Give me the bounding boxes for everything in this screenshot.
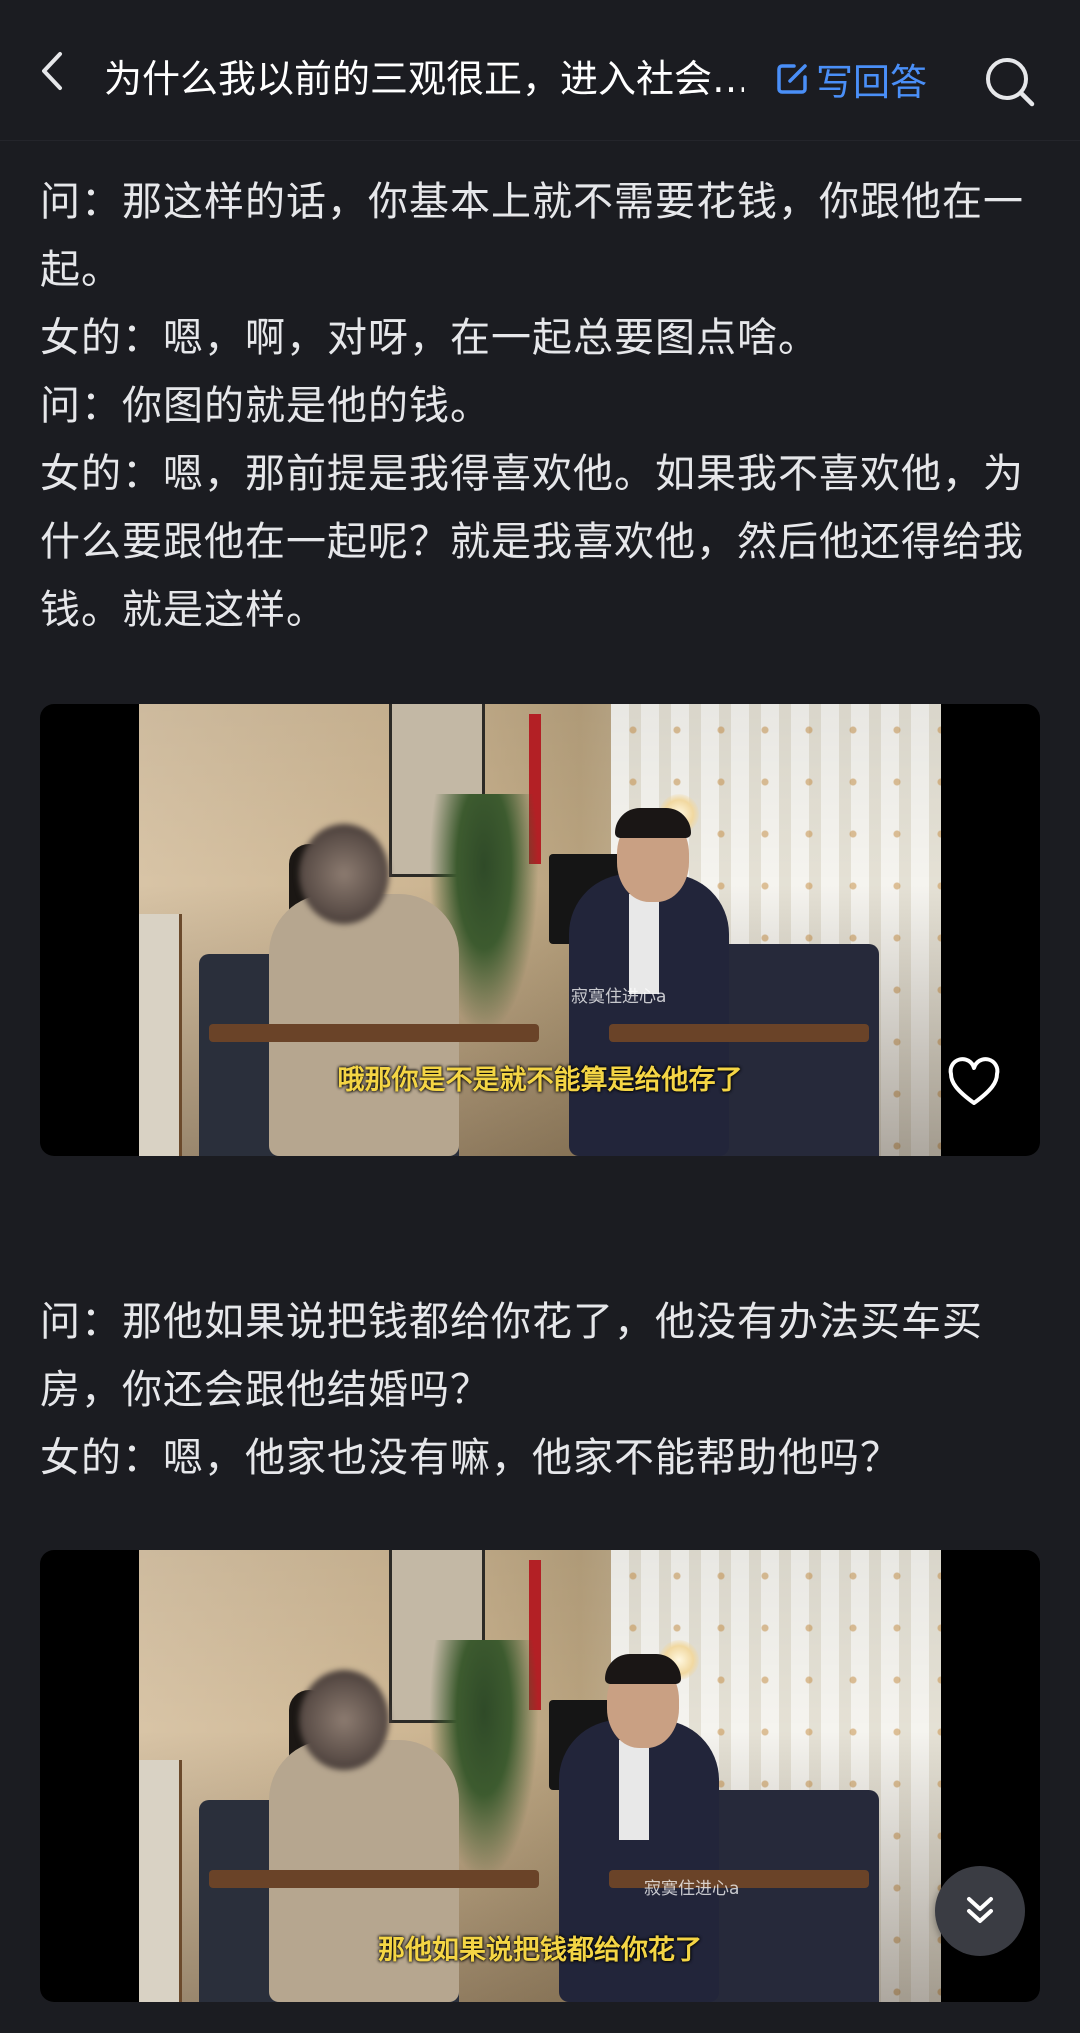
double-chevron-down-icon bbox=[967, 1897, 993, 1923]
answer-line: 问：那这样的话，你基本上就不需要花钱，你跟他在一起。 bbox=[40, 179, 1024, 293]
back-button[interactable] bbox=[30, 46, 80, 96]
video-watermark: 寂寞住进心a bbox=[571, 987, 667, 1007]
answer-paragraph-2: 问：那他如果说把钱都给你花了，他没有办法买车买房，你还会跟他结婚吗？ 女的：嗯，… bbox=[40, 1288, 1040, 1492]
answer-line: 女的：嗯，啊，对呀，在一起总要图点啥。 bbox=[40, 315, 819, 361]
chevron-left-icon bbox=[42, 52, 62, 90]
video-player-1[interactable]: 寂寞住进心a 哦那你是不是就不能算是给他存了 bbox=[40, 704, 1040, 1156]
video-watermark: 寂寞住进心a bbox=[644, 1879, 740, 1899]
search-icon bbox=[986, 58, 1035, 107]
search-button[interactable] bbox=[982, 54, 1038, 110]
answer-line: 女的：嗯，那前提是我得喜欢他。如果我不喜欢他，为什么要跟他在一起呢？就是我喜欢他… bbox=[40, 451, 1024, 633]
answer-line: 女的：嗯，他家也没有嘛，他家不能帮助他吗？ bbox=[40, 1435, 901, 1481]
write-answer-button[interactable]: 写回答 bbox=[774, 56, 927, 104]
answer-line: 问：你图的就是他的钱。 bbox=[40, 383, 491, 429]
video-frame: 寂寞住进心a 哦那你是不是就不能算是给他存了 bbox=[139, 704, 941, 1156]
video-subtitle: 那他如果说把钱都给你花了 bbox=[378, 1935, 702, 1966]
edit-icon bbox=[777, 64, 807, 94]
video-player-2[interactable]: 寂寞住进心a 那他如果说把钱都给你花了 bbox=[40, 1550, 1040, 2002]
answer-line: 问：那他如果说把钱都给你花了，他没有办法买车买房，你还会跟他结婚吗？ bbox=[40, 1299, 983, 1413]
video-subtitle: 哦那你是不是就不能算是给他存了 bbox=[337, 1065, 743, 1096]
video-frame: 寂寞住进心a 那他如果说把钱都给你花了 bbox=[139, 1550, 941, 2002]
scroll-down-button[interactable] bbox=[935, 1866, 1025, 1956]
question-title[interactable]: 为什么我以前的三观很正，进入社会… bbox=[104, 56, 744, 102]
heart-icon bbox=[948, 1057, 1000, 1105]
top-bar: 为什么我以前的三观很正，进入社会… 写回答 bbox=[0, 0, 1080, 141]
answer-paragraph-1: 问：那这样的话，你基本上就不需要花钱，你跟他在一起。 女的：嗯，啊，对呀，在一起… bbox=[40, 168, 1040, 644]
like-button[interactable] bbox=[946, 1056, 1002, 1112]
write-answer-label: 写回答 bbox=[816, 61, 927, 104]
